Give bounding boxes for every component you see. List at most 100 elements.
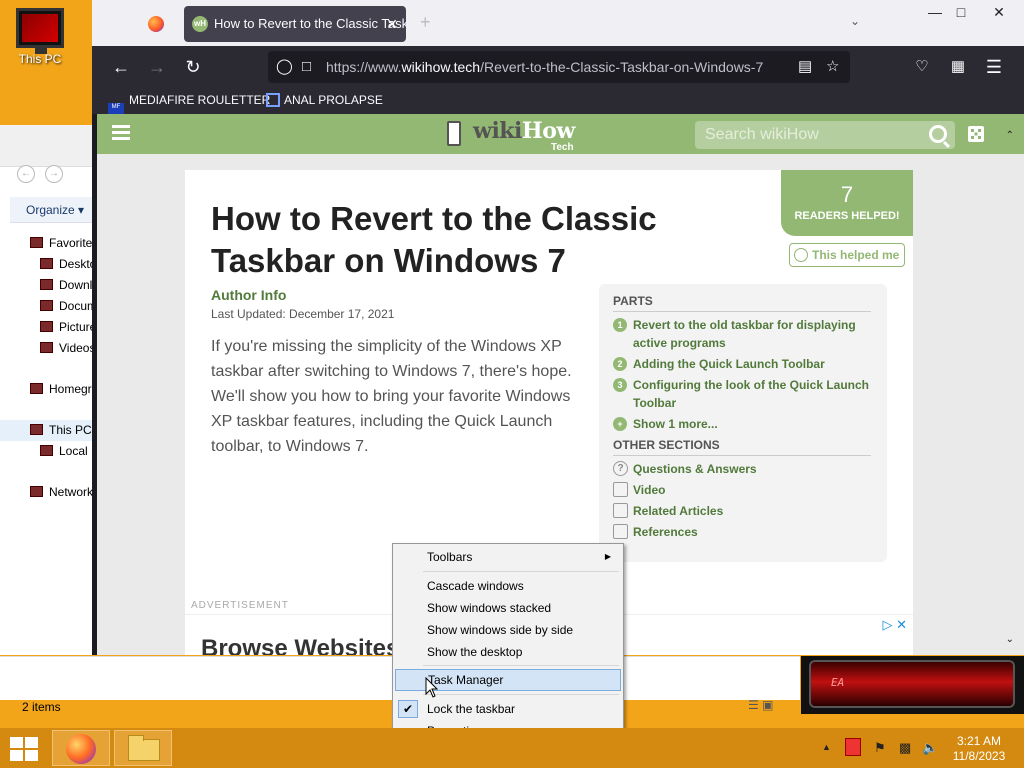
tree-item-this-pc[interactable]: This PC (0, 420, 92, 441)
menu-item-stacked[interactable]: Show windows stacked (395, 597, 621, 619)
back-arrow-icon[interactable]: ← (108, 54, 134, 80)
toc-video[interactable]: Video (613, 481, 875, 499)
tab-wikihow[interactable]: wH How to Revert to the Classic Taskbar … (184, 6, 406, 42)
desktop-icon-this-pc[interactable]: This PC (10, 8, 70, 66)
tree-item-documents[interactable]: Documents (0, 296, 92, 317)
network-icon[interactable]: ▩ (899, 740, 911, 756)
item-count: 2 items (22, 700, 61, 714)
menu-item-show-desktop[interactable]: Show the desktop (395, 641, 621, 663)
wikihow-logo[interactable]: wikiHow Tech (447, 118, 587, 153)
navigation-tree: Favorites Desktop Downloads Documents Pi… (0, 233, 92, 503)
system-clock[interactable]: 3:21 AM 11/8/2023 (944, 734, 1014, 764)
extensions-icon[interactable]: ▦ (945, 54, 971, 80)
shield-icon[interactable]: ◯ (276, 51, 293, 83)
maximize-icon[interactable]: □ (946, 4, 976, 24)
tree-item-pictures[interactable]: Pictures (0, 317, 92, 338)
question-icon: ? (613, 461, 628, 476)
desktop-icon-label: This PC (18, 52, 62, 66)
picture-icon (40, 321, 53, 332)
reader-view-icon[interactable]: ▤ (798, 51, 812, 83)
wikihow-search-input[interactable]: Search wikiHow (695, 121, 955, 149)
network-icon (30, 486, 43, 497)
homegroup-icon (30, 383, 43, 394)
drive-icon (40, 445, 53, 456)
volume-icon[interactable]: 🔈 (922, 740, 938, 756)
toc-show-more[interactable]: + Show 1 more... (613, 415, 875, 433)
video-icon (613, 482, 628, 497)
menu-item-side-by-side[interactable]: Show windows side by side (395, 619, 621, 641)
ad-choices-icon[interactable]: ▷ ✕ (882, 617, 907, 633)
download-icon (40, 279, 53, 290)
menu-item-cascade[interactable]: Cascade windows (395, 575, 621, 597)
search-icon[interactable] (929, 125, 947, 143)
menu-item-lock-taskbar[interactable]: ✔ Lock the taskbar (395, 698, 621, 720)
tree-item-local-disk[interactable]: Local Disk (0, 441, 92, 462)
pocket-icon[interactable]: ♡ (909, 54, 935, 80)
readers-helped-badge: 7 READERS HELPED! (781, 170, 913, 236)
tree-item-desktop[interactable]: Desktop (0, 254, 92, 275)
tab-list-icon[interactable]: ⌄ (850, 14, 860, 28)
explorer-nav-bar (0, 125, 99, 167)
desktop-gadget: EA (801, 656, 1024, 714)
bookmarks-bar: MF MEDIAFIRE ROULETTER ANAL PROLAPSE (92, 88, 1024, 119)
show-hidden-icons-icon[interactable]: ▲ (822, 742, 831, 752)
bookmark-icon (266, 93, 280, 107)
toc-references[interactable]: References (613, 523, 875, 541)
other-sections-heading: OTHER SECTIONS (613, 438, 720, 452)
wikihow-header: wikiHow Tech Search wikiHow (97, 114, 1024, 154)
taskbar-explorer[interactable] (114, 730, 172, 766)
new-tab-icon[interactable]: + (420, 12, 431, 33)
forward-arrow-icon[interactable]: → (144, 54, 170, 80)
toc-part-1[interactable]: 1 Revert to the old taskbar for displayin… (613, 316, 875, 352)
tab-close-icon[interactable]: ✕ (386, 6, 398, 42)
toc-questions[interactable]: ? Questions & Answers (613, 460, 875, 478)
lock-icon[interactable]: □ (302, 51, 311, 83)
forward-icon[interactable]: → (45, 165, 63, 183)
bookmark-prolapse[interactable]: ANAL PROLAPSE (266, 93, 383, 107)
this-helped-me-button[interactable]: This helped me (789, 243, 905, 267)
tree-item-downloads[interactable]: Downloads (0, 275, 92, 296)
folder-icon (128, 735, 160, 761)
tree-item-favorites[interactable]: Favorites (0, 233, 92, 254)
phone-icon (447, 121, 461, 146)
monitor-icon (16, 8, 64, 54)
browser-titlebar: wH How to Revert to the Classic Taskbar … (92, 0, 1024, 46)
taskbar-firefox[interactable] (52, 730, 110, 766)
menu-item-toolbars[interactable]: Toolbars ▶ (395, 546, 621, 568)
toc-part-3[interactable]: 3 Configuring the look of the Quick Launc… (613, 376, 875, 412)
checkmark-icon: ✔ (398, 700, 418, 718)
computer-icon (30, 424, 43, 435)
view-toggle-icons[interactable]: ☰ ▣ (748, 698, 773, 712)
article-title: How to Revert to the Classic Taskbar on … (211, 200, 657, 279)
table-of-contents: PARTS 1 Revert to the old taskbar for dis… (599, 284, 887, 562)
tree-item-videos[interactable]: Videos (0, 338, 92, 359)
url-bar[interactable]: ◯ □ https://www.wikihow.tech/Revert-to-t… (268, 51, 850, 83)
back-icon[interactable]: ← (17, 165, 35, 183)
taskbar: ▲ ⚑ ▩ 🔈 3:21 AM 11/8/2023 (0, 728, 1024, 768)
reload-icon[interactable]: ↻ (180, 54, 206, 80)
tree-item-homegroup[interactable]: Homegroup (0, 379, 92, 400)
submenu-arrow-icon: ▶ (604, 552, 611, 561)
close-icon[interactable]: ✕ (984, 4, 1014, 24)
bookmark-star-icon[interactable]: ☆ (826, 51, 839, 83)
action-center-flag-icon[interactable]: ⚑ (874, 740, 886, 756)
start-button[interactable] (10, 737, 38, 761)
hamburger-menu-icon[interactable] (112, 125, 130, 141)
article-icon (613, 503, 628, 518)
windows-logo-icon (10, 737, 23, 748)
article-intro: If you're missing the simplicity of the … (211, 338, 572, 455)
parts-heading: PARTS (613, 294, 653, 308)
scroll-up-icon[interactable]: ⌃ (1006, 130, 1014, 141)
scroll-down-icon[interactable]: ⌄ (1006, 634, 1014, 645)
menu-icon[interactable]: ☰ (981, 54, 1007, 80)
browser-toolbar: ← → ↻ ◯ □ https://www.wikihow.tech/Rever… (92, 46, 1024, 88)
random-article-dice-icon[interactable] (968, 126, 984, 142)
toc-part-2[interactable]: 2 Adding the Quick Launch Toolbar (613, 355, 875, 373)
tray-app-icon[interactable] (845, 738, 861, 756)
firefox-icon[interactable] (148, 16, 164, 32)
organize-button[interactable]: Organize ▾ (10, 197, 92, 223)
author-info-link[interactable]: Author Info (211, 287, 286, 303)
video-icon (40, 342, 53, 353)
tree-item-network[interactable]: Network (0, 482, 92, 503)
toc-related[interactable]: Related Articles (613, 502, 875, 520)
